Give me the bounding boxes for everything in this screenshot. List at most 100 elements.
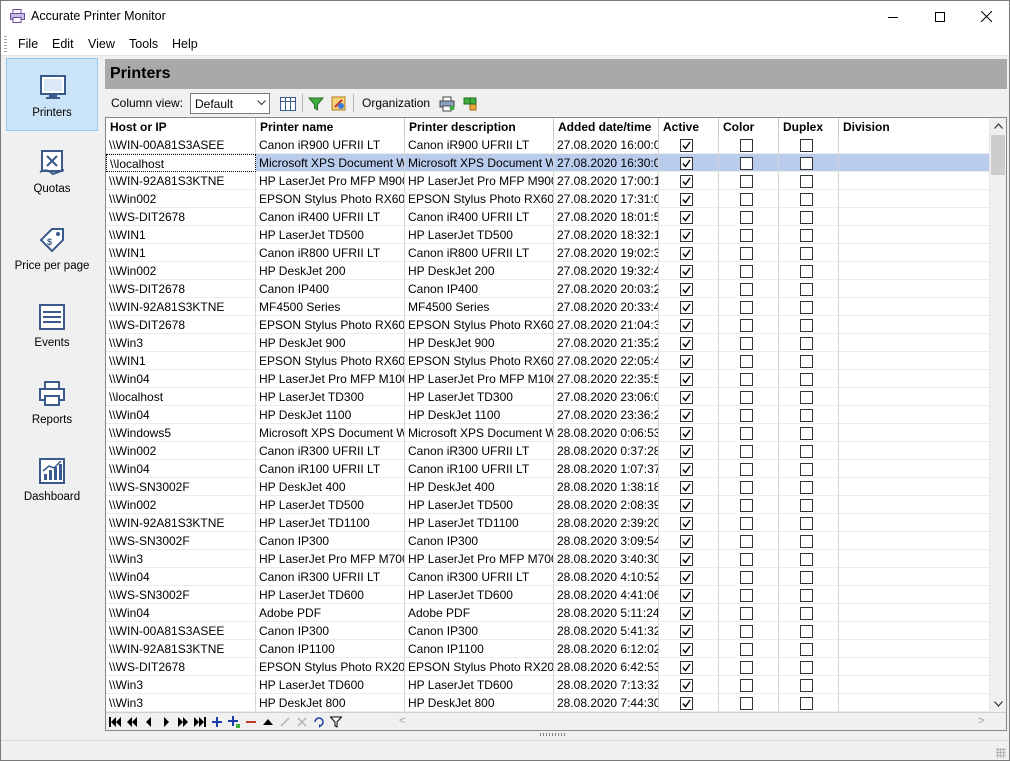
cell-printer-name[interactable]: EPSON Stylus Photo RX600 <box>256 316 405 334</box>
duplex-checkbox[interactable] <box>800 571 813 584</box>
color-checkbox[interactable] <box>740 391 753 404</box>
sidebar-item-events[interactable]: Events <box>6 289 98 362</box>
sidebar-item-dashboard[interactable]: Dashboard <box>6 443 98 516</box>
cell-printer-name[interactable]: HP DeskJet 1100 <box>256 406 405 424</box>
table-row[interactable]: \\Win002 HP DeskJet 200 HP DeskJet 200 27.0… <box>106 262 990 280</box>
cell-division[interactable] <box>839 604 990 622</box>
cell-division[interactable] <box>839 262 990 280</box>
cell-host[interactable]: \\Win04 <box>106 460 256 478</box>
cell-added-date[interactable]: 28.08.2020 3:09:54 <box>554 532 659 550</box>
table-row[interactable]: \\Windows5 Microsoft XPS Document W... Mic… <box>106 424 990 442</box>
cell-division[interactable] <box>839 442 990 460</box>
active-checkbox[interactable] <box>680 679 693 692</box>
cell-host[interactable]: \\WS-SN3002F <box>106 586 256 604</box>
active-checkbox[interactable] <box>680 427 693 440</box>
cell-host[interactable]: \\Win002 <box>106 496 256 514</box>
cell-printer-name[interactable]: Canon IP400 <box>256 280 405 298</box>
table-row[interactable]: \\Win04HP LaserJet Pro MFP M100 ...HP La… <box>106 370 990 388</box>
next-page-button[interactable] <box>175 714 191 730</box>
cell-printer-description[interactable]: HP DeskJet 1100 <box>405 406 554 424</box>
cell-division[interactable] <box>839 136 990 154</box>
active-checkbox[interactable] <box>680 283 693 296</box>
table-row[interactable]: \\Win3 HP DeskJet 900 HP DeskJet 900 27.08.… <box>106 334 990 352</box>
first-record-button[interactable] <box>107 714 123 730</box>
duplex-checkbox[interactable] <box>800 589 813 602</box>
cell-added-date[interactable]: 28.08.2020 6:12:02 <box>554 640 659 658</box>
cell-printer-description[interactable]: HP LaserJet TD600 <box>405 586 554 604</box>
cell-division[interactable] <box>839 496 990 514</box>
table-row[interactable]: \\WIN-00A81S3ASEE Canon iR900 UFRII LT Can… <box>106 136 990 154</box>
table-row[interactable]: \\WS-DIT2678 Canon iR400 UFRII LT Canon iR… <box>106 208 990 226</box>
organization-tree-button[interactable] <box>460 94 480 113</box>
sidebar-item-quotas[interactable]: Quotas <box>6 135 98 208</box>
cell-host[interactable]: \\Windows5 <box>106 424 256 442</box>
active-checkbox[interactable] <box>680 157 693 170</box>
cell-added-date[interactable]: 28.08.2020 2:08:39 <box>554 496 659 514</box>
cell-host[interactable]: \\WIN1 <box>106 226 256 244</box>
cell-host[interactable]: \\WIN1 <box>106 244 256 262</box>
cell-printer-name[interactable]: HP DeskJet 200 <box>256 262 405 280</box>
cell-printer-description[interactable]: HP DeskJet 400 <box>405 478 554 496</box>
close-button[interactable] <box>963 1 1009 32</box>
resize-grip[interactable] <box>996 748 1006 758</box>
edit-button[interactable] <box>277 714 293 730</box>
cell-printer-name[interactable]: Canon IP1100 <box>256 640 405 658</box>
active-checkbox[interactable] <box>680 391 693 404</box>
table-row[interactable]: \\WIN1 EPSON Stylus Photo RX600 EPSON Styl… <box>106 352 990 370</box>
cell-printer-name[interactable]: HP LaserJet Pro MFP M100 ... <box>256 370 405 388</box>
column-header-active[interactable]: Active <box>659 118 719 136</box>
duplex-checkbox[interactable] <box>800 139 813 152</box>
maximize-button[interactable] <box>917 1 963 32</box>
cell-division[interactable] <box>839 208 990 226</box>
cell-printer-name[interactable]: HP LaserJet TD1100 <box>256 514 405 532</box>
filter-record-button[interactable] <box>328 714 344 730</box>
scroll-left-icon[interactable]: < <box>399 715 405 727</box>
menu-edit[interactable]: Edit <box>52 37 74 51</box>
add-button[interactable] <box>209 714 225 730</box>
active-checkbox[interactable] <box>680 481 693 494</box>
active-checkbox[interactable] <box>680 265 693 278</box>
color-checkbox[interactable] <box>740 499 753 512</box>
next-record-button[interactable] <box>158 714 174 730</box>
cell-printer-description[interactable]: HP LaserJet TD600 <box>405 676 554 694</box>
duplex-checkbox[interactable] <box>800 265 813 278</box>
cell-added-date[interactable]: 27.08.2020 22:05:41 <box>554 352 659 370</box>
cell-printer-description[interactable]: HP LaserJet Pro MFP M900 ... <box>405 172 554 190</box>
duplex-checkbox[interactable] <box>800 157 813 170</box>
cell-added-date[interactable]: 27.08.2020 17:00:12 <box>554 172 659 190</box>
cell-printer-name[interactable]: HP DeskJet 900 <box>256 334 405 352</box>
cell-added-date[interactable]: 27.08.2020 23:36:25 <box>554 406 659 424</box>
table-row[interactable]: \\WS-DIT2678 EPSON Stylus Photo RX600 EPSO… <box>106 316 990 334</box>
table-row[interactable]: \\Win3HP LaserJet Pro MFP M700 ...HP Las… <box>106 550 990 568</box>
color-checkbox[interactable] <box>740 319 753 332</box>
active-checkbox[interactable] <box>680 571 693 584</box>
cell-added-date[interactable]: 28.08.2020 7:13:32 <box>554 676 659 694</box>
cell-printer-name[interactable]: HP LaserJet Pro MFP M900 ... <box>256 172 405 190</box>
cell-host[interactable]: \\WIN-00A81S3ASEE <box>106 136 256 154</box>
table-row[interactable]: \\Win002 EPSON Stylus Photo RX600 EPSON St… <box>106 190 990 208</box>
minimize-button[interactable] <box>870 1 916 32</box>
duplex-checkbox[interactable] <box>800 553 813 566</box>
cell-printer-description[interactable]: EPSON Stylus Photo RX200 <box>405 658 554 676</box>
active-checkbox[interactable] <box>680 355 693 368</box>
cell-printer-description[interactable]: Canon iR300 UFRII LT <box>405 442 554 460</box>
cell-division[interactable] <box>839 622 990 640</box>
cell-host[interactable]: \\Win3 <box>106 334 256 352</box>
active-checkbox[interactable] <box>680 211 693 224</box>
duplex-checkbox[interactable] <box>800 355 813 368</box>
active-checkbox[interactable] <box>680 607 693 620</box>
add-child-button[interactable] <box>226 714 242 730</box>
cell-division[interactable] <box>839 694 990 712</box>
scroll-right-icon[interactable]: > <box>978 715 984 727</box>
color-checkbox[interactable] <box>740 481 753 494</box>
column-header-host[interactable]: Host or IP <box>106 118 256 136</box>
color-checkbox[interactable] <box>740 283 753 296</box>
cell-printer-name[interactable]: EPSON Stylus Photo RX200 <box>256 658 405 676</box>
table-row[interactable]: \\Win04 Canon iR100 UFRII LT Canon iR100 U… <box>106 460 990 478</box>
column-header-printer-name[interactable]: Printer name <box>256 118 405 136</box>
cell-printer-description[interactable]: HP DeskJet 800 <box>405 694 554 712</box>
cell-printer-name[interactable]: HP LaserJet TD500 <box>256 226 405 244</box>
cell-printer-name[interactable]: HP LaserJet TD600 <box>256 586 405 604</box>
table-row[interactable]: \\WS-SN3002F HP LaserJet TD600 HP LaserJet… <box>106 586 990 604</box>
color-checkbox[interactable] <box>740 445 753 458</box>
